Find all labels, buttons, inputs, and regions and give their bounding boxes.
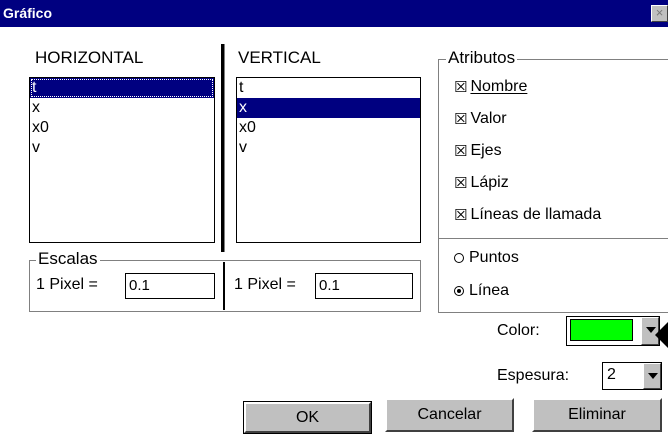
checkbox-checked-icon: ☒: [454, 207, 468, 224]
atributos-separator: [438, 238, 668, 239]
checkbox-checked-icon: ☒: [454, 143, 468, 160]
vertical-item-v[interactable]: v: [237, 138, 420, 158]
espesura-label: Espesura:: [497, 367, 570, 384]
radio-off-icon: [454, 253, 464, 263]
checkbox-checked-icon: ☒: [454, 79, 468, 96]
cancelar-button[interactable]: Cancelar: [385, 398, 514, 432]
eliminar-button[interactable]: Eliminar: [532, 398, 662, 432]
linea-radio[interactable]: Línea: [454, 282, 509, 300]
valor-checkbox[interactable]: ☒ Valor: [454, 110, 507, 128]
horizontal-listbox[interactable]: t x x0 v: [29, 77, 215, 243]
ejes-label: Ejes: [470, 142, 502, 159]
vertical-item-t[interactable]: t: [237, 78, 420, 98]
espesura-value: 2: [607, 366, 616, 383]
column-divider-shadow: [224, 44, 225, 252]
nombre-label: Nombre: [470, 78, 528, 95]
horizontal-scale-input[interactable]: 0.1: [125, 273, 215, 299]
radio-on-icon: [454, 286, 464, 296]
ejes-checkbox[interactable]: ☒ Ejes: [454, 142, 502, 160]
grafico-dialog: Gráfico × HORIZONTAL t x x0 v VERTICAL t…: [0, 0, 668, 447]
horizontal-header: HORIZONTAL: [35, 48, 144, 67]
nombre-checkbox[interactable]: ☒ Nombre: [454, 78, 527, 96]
title-bar: Gráfico ×: [0, 0, 668, 27]
puntos-label: Puntos: [469, 249, 519, 266]
chevron-down-icon[interactable]: [643, 363, 661, 389]
escalas-group-label: Escalas: [36, 249, 100, 269]
ok-button[interactable]: OK: [243, 401, 372, 434]
vertical-header: VERTICAL: [238, 48, 321, 67]
color-swatch: [570, 319, 633, 341]
vertical-item-x[interactable]: x: [237, 98, 420, 118]
valor-label: Valor: [470, 110, 507, 127]
vertical-listbox[interactable]: t x x0 v: [236, 77, 421, 243]
close-icon: ×: [655, 5, 664, 20]
vertical-item-x0[interactable]: x0: [237, 118, 420, 138]
horizontal-item-x[interactable]: x: [30, 98, 214, 118]
linea-label: Línea: [469, 282, 510, 299]
vertical-scale-label: 1 Pixel =: [234, 276, 296, 293]
vertical-scale-input[interactable]: 0.1: [315, 273, 413, 299]
espesura-combo[interactable]: 2: [602, 362, 662, 390]
lineas-de-llamada-checkbox[interactable]: ☒ Líneas de llamada: [454, 206, 601, 224]
horizontal-scale-label: 1 Pixel =: [36, 276, 98, 293]
lapiz-label: Lápiz: [470, 174, 509, 191]
lineas-de-llamada-label: Líneas de llamada: [470, 206, 602, 223]
close-button[interactable]: ×: [651, 5, 668, 22]
lapiz-checkbox[interactable]: ☒ Lápiz: [454, 174, 509, 192]
checkbox-checked-icon: ☒: [454, 111, 468, 128]
puntos-radio[interactable]: Puntos: [454, 249, 519, 267]
horizontal-item-x0[interactable]: x0: [30, 118, 214, 138]
escalas-divider: [223, 262, 225, 310]
window-title: Gráfico: [3, 5, 53, 21]
checkbox-checked-icon: ☒: [454, 175, 468, 192]
pointer-arrow-icon: [655, 322, 668, 348]
color-label: Color:: [497, 322, 540, 339]
horizontal-item-t[interactable]: t: [30, 78, 214, 98]
atributos-group-label: Atributos: [446, 48, 518, 68]
horizontal-item-v[interactable]: v: [30, 138, 214, 158]
